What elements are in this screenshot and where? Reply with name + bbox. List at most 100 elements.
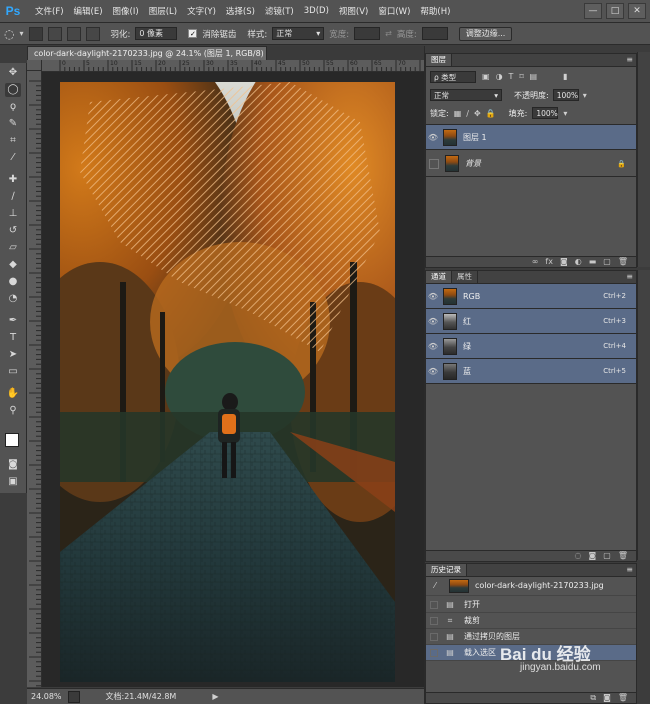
channel-row[interactable]: 👁 蓝 Ctrl+5	[426, 359, 636, 384]
delete-layer-icon[interactable]: 🗑	[618, 257, 628, 267]
opacity-chevron-icon[interactable]: ▾	[583, 91, 587, 100]
layer-filter-select[interactable]: ρ 类型	[430, 70, 476, 83]
height-input[interactable]	[421, 27, 448, 40]
filter-type-icon[interactable]: T	[509, 72, 514, 81]
move-tool-icon[interactable]: ✥	[5, 66, 21, 80]
dodge-tool-icon[interactable]: ◔	[5, 292, 21, 306]
filter-smart-object-icon[interactable]: ▤	[530, 72, 538, 81]
eraser-tool-icon[interactable]: ▱	[5, 241, 21, 255]
visibility-eye-icon[interactable]: 👁	[426, 342, 440, 351]
layer-row[interactable]: 背景 🔒	[426, 151, 636, 177]
clone-stamp-tool-icon[interactable]: ⊥	[5, 207, 21, 221]
menu-type[interactable]: 文字(Y)	[182, 5, 221, 17]
elliptical-marquee-preset-icon[interactable]: ◌	[4, 27, 14, 41]
horizontal-ruler[interactable]: 0 5 10 15 20 25 30 35 40 45 50 55 60 65 …	[42, 60, 424, 72]
menu-help[interactable]: 帮助(H)	[415, 5, 455, 17]
antialias-checkbox[interactable]: ✓	[188, 29, 198, 38]
zoom-tool-icon[interactable]: ⚲	[5, 404, 21, 418]
history-source-box[interactable]	[430, 648, 438, 657]
history-source-box[interactable]	[430, 616, 438, 625]
filter-toggle-icon[interactable]: ▮	[563, 72, 567, 81]
lasso-tool-icon[interactable]: ϙ	[5, 100, 21, 114]
style-select[interactable]: 正常 ▾	[272, 27, 325, 40]
layer-style-icon[interactable]: fx	[545, 257, 553, 267]
elliptical-marquee-tool-icon[interactable]: ◯	[5, 83, 21, 97]
menu-3d[interactable]: 3D(D)	[299, 6, 334, 16]
new-selection-icon[interactable]	[28, 26, 43, 41]
close-button[interactable]: ✕	[628, 3, 646, 19]
brush-tool-icon[interactable]: ∕	[5, 190, 21, 204]
menu-select[interactable]: 选择(S)	[221, 5, 260, 17]
intersect-selection-icon[interactable]	[85, 26, 100, 41]
rectangle-tool-icon[interactable]: ▭	[5, 365, 21, 379]
refine-edge-button[interactable]: 调整边缘...	[458, 26, 513, 41]
filter-shape-icon[interactable]: ⌑	[519, 72, 523, 81]
maximize-button[interactable]: □	[606, 3, 624, 19]
menu-edit[interactable]: 编辑(E)	[69, 5, 108, 17]
history-snapshot[interactable]: ⁄ color-dark-daylight-2170233.jpg	[426, 576, 636, 596]
status-menu-arrow-icon[interactable]: ▶	[212, 692, 218, 701]
filter-adjustment-icon[interactable]: ◑	[496, 72, 503, 81]
history-panel-menu-icon[interactable]: ≡	[626, 564, 633, 575]
document-tab[interactable]: color-dark-daylight-2170233.jpg @ 24.1% …	[27, 46, 267, 60]
ruler-origin[interactable]	[27, 60, 42, 71]
minimize-button[interactable]: —	[584, 3, 602, 19]
lock-all-icon[interactable]: 🔒	[486, 109, 496, 118]
swap-dimensions-icon[interactable]: ⇄	[385, 29, 392, 38]
menu-view[interactable]: 视图(V)	[334, 5, 373, 17]
menu-layer[interactable]: 图层(L)	[144, 5, 182, 17]
add-mask-icon[interactable]: ◙	[560, 257, 568, 267]
layer-row[interactable]: 👁 图层 1	[426, 124, 636, 150]
menu-image[interactable]: 图像(I)	[108, 5, 144, 17]
history-item[interactable]: ▤ 打开	[426, 597, 636, 613]
visibility-eye-icon[interactable]: 👁	[426, 133, 440, 142]
delete-channel-icon[interactable]: 🗑	[618, 551, 628, 561]
visibility-toggle-icon[interactable]	[429, 158, 439, 169]
hand-tool-icon[interactable]: ✋	[5, 387, 21, 401]
link-layers-icon[interactable]: ∞	[532, 257, 539, 267]
new-group-icon[interactable]: ▬	[589, 257, 597, 267]
paint-bucket-tool-icon[interactable]: ◆	[5, 258, 21, 272]
tab-properties[interactable]: 属性	[452, 271, 478, 283]
history-item[interactable]: ⌗ 裁剪	[426, 613, 636, 629]
new-snapshot-icon[interactable]: ◙	[603, 693, 611, 703]
fill-input[interactable]: 100%	[532, 107, 559, 119]
new-channel-icon[interactable]: ▢	[603, 551, 611, 561]
visibility-eye-icon[interactable]: 👁	[426, 292, 440, 301]
zoom-level[interactable]: 24.08%	[31, 692, 62, 701]
screen-mode-icon[interactable]: ▣	[5, 475, 21, 489]
new-document-from-state-icon[interactable]: ⧉	[590, 693, 596, 703]
adjustment-layer-icon[interactable]: ◐	[575, 257, 582, 267]
tab-history[interactable]: 历史记录	[426, 564, 467, 576]
channels-panel-menu-icon[interactable]: ≡	[626, 271, 633, 282]
add-selection-icon[interactable]	[47, 26, 62, 41]
layers-panel-menu-icon[interactable]: ≡	[626, 54, 633, 65]
eyedropper-tool-icon[interactable]: ⁄	[5, 151, 21, 165]
history-brush-source-icon[interactable]: ⁄	[429, 581, 441, 590]
visibility-eye-icon[interactable]: 👁	[426, 367, 440, 376]
quick-selection-tool-icon[interactable]: ✎	[5, 117, 21, 131]
vertical-ruler[interactable]	[27, 71, 42, 687]
history-source-box[interactable]	[430, 632, 438, 641]
tab-layers[interactable]: 图层	[426, 54, 452, 66]
menu-filter[interactable]: 滤镜(T)	[260, 5, 299, 17]
document-canvas-image[interactable]	[60, 82, 395, 682]
status-info-icon[interactable]	[67, 690, 80, 703]
feather-input[interactable]: 0 像素	[135, 27, 178, 40]
path-selection-tool-icon[interactable]: ➤	[5, 348, 21, 362]
history-source-box[interactable]	[430, 600, 438, 609]
foreground-color-swatch[interactable]	[5, 433, 19, 447]
new-layer-icon[interactable]: ▢	[603, 257, 611, 267]
lock-position-icon[interactable]: ✥	[474, 109, 481, 118]
lock-transparent-icon[interactable]: ▦	[454, 109, 462, 118]
delete-state-icon[interactable]: 🗑	[618, 693, 628, 703]
quick-mask-icon[interactable]: ◙	[5, 458, 21, 472]
spot-healing-tool-icon[interactable]: ✚	[5, 173, 21, 187]
pen-tool-icon[interactable]: ✒	[5, 314, 21, 328]
load-channel-selection-icon[interactable]: ◌	[575, 551, 582, 561]
opacity-input[interactable]: 100%	[552, 89, 579, 101]
crop-tool-icon[interactable]: ⌗	[5, 134, 21, 148]
blur-tool-icon[interactable]: ●	[5, 275, 21, 289]
channel-row[interactable]: 👁 RGB Ctrl+2	[426, 284, 636, 309]
subtract-selection-icon[interactable]	[66, 26, 81, 41]
